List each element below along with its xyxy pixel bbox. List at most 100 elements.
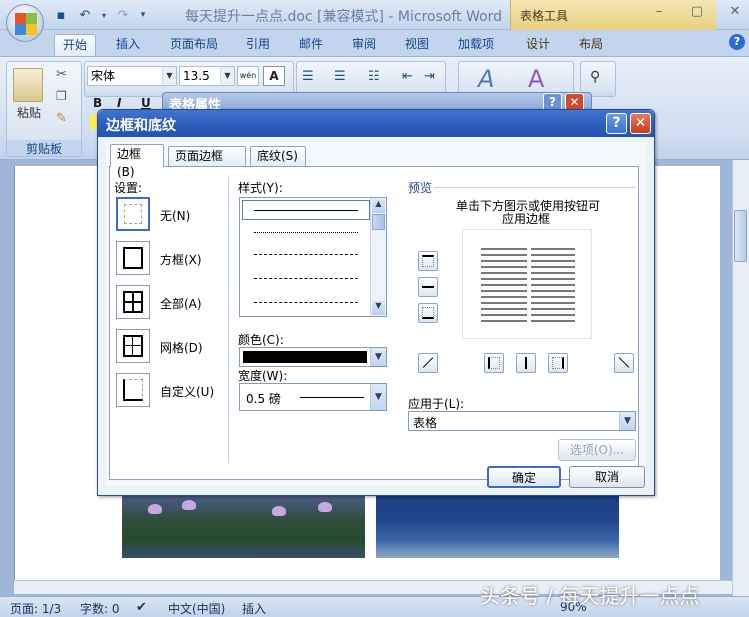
tab-shading[interactable]: 底纹(S) (250, 146, 306, 166)
chevron-down-icon[interactable]: ▼ (619, 412, 635, 430)
setting-grid-icon[interactable] (116, 329, 150, 363)
options-button[interactable]: 选项(O)... (558, 439, 636, 461)
office-button[interactable] (6, 4, 44, 42)
tab-home[interactable]: 开始 (54, 34, 97, 56)
ribbon-tab-row: 开始 插入 页面布局 引用 邮件 审阅 视图 加载项 设计 布局 (0, 30, 749, 56)
inside-vertical-border-button[interactable] (516, 353, 536, 373)
setting-all-label[interactable]: 全部(A) (160, 295, 202, 312)
style-list-thumb[interactable] (372, 214, 385, 230)
copy-icon[interactable]: ❐ (55, 88, 68, 104)
character-border-button[interactable]: A (263, 66, 285, 86)
chevron-down-icon[interactable]: ▼ (162, 67, 176, 85)
bottom-border-button[interactable] (418, 303, 438, 323)
style-long-dash-line[interactable] (254, 278, 358, 279)
width-label: 宽度(W): (238, 369, 288, 383)
setting-grid-label[interactable]: 网格(D) (160, 339, 203, 356)
style-solid-line[interactable] (254, 210, 358, 211)
tab-borders[interactable]: 边框(B) (110, 144, 164, 179)
insert-mode[interactable]: 插入 (242, 600, 266, 617)
redo-icon[interactable]: ↷ (114, 6, 132, 24)
cancel-button[interactable]: 取消 (569, 466, 645, 488)
setting-all-icon[interactable] (116, 285, 150, 319)
right-border-button[interactable] (548, 353, 568, 373)
left-border-button[interactable] (484, 353, 504, 373)
preview-text-left (481, 248, 527, 324)
help-icon[interactable]: ? (729, 34, 745, 50)
multilevel-list-icon[interactable]: ☷ (367, 68, 381, 85)
proofing-icon[interactable]: ✔ (136, 600, 147, 615)
scrollbar-thumb[interactable] (734, 210, 747, 262)
document-title: 每天提升一点点.doc [兼容模式] - Microsoft Word (185, 9, 503, 25)
save-icon[interactable]: ▪ (52, 6, 70, 24)
setting-custom-icon[interactable] (116, 373, 150, 407)
scroll-up-icon[interactable]: ▲ (372, 199, 385, 213)
preview-label: 预览 (408, 181, 433, 195)
dialog-titlebar[interactable]: 边框和底纹 ? ✕ (98, 110, 654, 137)
inside-horizontal-border-button[interactable] (418, 277, 438, 297)
top-border-button[interactable] (418, 251, 438, 271)
chevron-down-icon[interactable]: ▼ (370, 348, 386, 366)
decrease-indent-icon[interactable]: ⇤ (401, 68, 414, 85)
width-dropdown[interactable]: 0.5 磅 ▼ (239, 383, 387, 411)
dialog-help-button[interactable]: ? (606, 113, 627, 134)
chevron-down-icon[interactable]: ▼ (370, 384, 386, 410)
cut-icon[interactable]: ✂ (55, 66, 68, 83)
diagonal-up-border-button[interactable] (614, 353, 634, 373)
tab-design[interactable]: 设计 (518, 34, 558, 56)
ok-button[interactable]: 确定 (487, 466, 561, 488)
language-indicator[interactable]: 中文(中国) (168, 600, 225, 617)
scroll-down-icon[interactable]: ▼ (372, 301, 385, 315)
style-list[interactable]: ▲ ▼ (239, 197, 387, 317)
undo-dropdown-icon[interactable]: ▾ (100, 6, 108, 24)
lotus-picture[interactable] (122, 496, 365, 558)
tab-layout[interactable]: 布局 (571, 34, 611, 56)
customize-qat-icon[interactable]: ▾ (138, 6, 148, 24)
apply-to-value: 表格 (413, 416, 438, 430)
paste-label[interactable]: 粘贴 (17, 104, 41, 121)
preview-area[interactable] (462, 229, 592, 339)
style-dotted-line[interactable] (254, 232, 358, 233)
tab-page-layout[interactable]: 页面布局 (162, 34, 226, 56)
setting-box-label[interactable]: 方框(X) (160, 251, 202, 268)
phonetic-guide-button[interactable]: wén (237, 66, 259, 86)
increase-indent-icon[interactable]: ⇥ (423, 68, 436, 85)
minimize-button[interactable]: – (650, 4, 668, 22)
diagonal-down-border-button[interactable] (418, 353, 438, 373)
font-name-combo[interactable]: 宋体 ▼ (87, 66, 177, 86)
tab-mailings[interactable]: 邮件 (291, 34, 331, 56)
style-list-scrollbar[interactable]: ▲ ▼ (370, 198, 386, 316)
tab-page-borders[interactable]: 页面边框(P) (168, 146, 246, 181)
tab-references[interactable]: 引用 (238, 34, 278, 56)
change-styles-icon[interactable]: A (527, 64, 545, 94)
page-indicator[interactable]: 页面: 1/3 (10, 600, 61, 617)
color-dropdown[interactable]: ▼ (239, 347, 387, 367)
color-swatch (243, 351, 367, 363)
tab-insert[interactable]: 插入 (108, 34, 148, 56)
setting-custom-label[interactable]: 自定义(U) (160, 383, 214, 400)
word-count[interactable]: 字数: 0 (80, 600, 120, 617)
find-icon[interactable]: ⚲ (589, 68, 601, 86)
chevron-down-icon[interactable]: ▼ (220, 67, 234, 85)
undo-icon[interactable]: ↶ (76, 6, 94, 24)
numbering-icon[interactable]: ☰ (333, 68, 347, 85)
apply-to-dropdown[interactable]: 表格 ▼ (408, 411, 636, 431)
tab-review[interactable]: 审阅 (344, 34, 384, 56)
setting-none-icon[interactable] (116, 197, 150, 231)
format-painter-icon[interactable]: ✎ (55, 110, 68, 127)
close-button[interactable]: ✕ (726, 4, 744, 22)
tab-addins[interactable]: 加载项 (450, 34, 502, 56)
paste-icon[interactable] (13, 68, 43, 102)
font-size-combo[interactable]: 13.5 ▼ (179, 66, 235, 86)
setting-none-label[interactable]: 无(N) (160, 207, 190, 224)
style-dashed-line[interactable] (254, 254, 358, 255)
borders-shading-dialog: 边框和底纹 ? ✕ 边框(B) 页面边框(P) 底纹(S) 设置: 无(N) 方… (97, 109, 655, 496)
tab-view[interactable]: 视图 (397, 34, 437, 56)
maximize-button[interactable]: ▢ (688, 4, 706, 22)
dialog-close-button[interactable]: ✕ (630, 113, 651, 134)
style-label: 样式(Y): (238, 181, 283, 195)
text-effect-icon[interactable]: A (477, 64, 495, 94)
bullets-icon[interactable]: ☰ (301, 68, 315, 85)
style-dash-dot-line[interactable] (254, 302, 358, 303)
snow-forest-picture[interactable] (376, 496, 619, 558)
setting-box-icon[interactable] (116, 241, 150, 275)
